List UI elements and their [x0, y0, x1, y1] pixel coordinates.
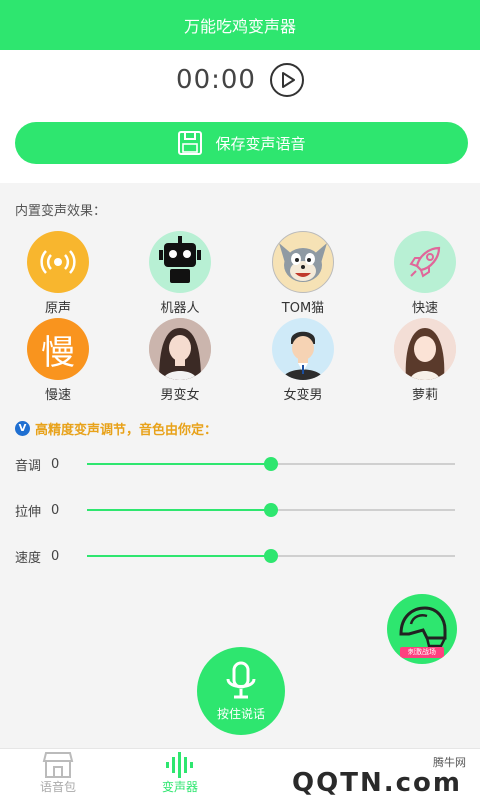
effect-label: 男变女: [160, 388, 200, 403]
effects-section-title: 内置变声效果：: [15, 204, 107, 219]
hold-to-talk-button[interactable]: 按住说话: [197, 647, 285, 735]
save-voice-button[interactable]: 保存变声语音: [15, 122, 468, 164]
shop-icon: [42, 752, 74, 778]
slider-label: 拉伸: [15, 504, 42, 520]
slider-label: 音调: [15, 458, 42, 474]
nav-voice-pack[interactable]: 语音包: [18, 749, 98, 800]
slider-fill: [87, 509, 271, 511]
play-button[interactable]: [269, 63, 304, 97]
effect-label: TOM猫: [281, 301, 325, 316]
slider-label: 速度: [15, 550, 42, 566]
save-disk-icon: [178, 131, 203, 155]
pitch-slider-row: 音调 0: [15, 454, 455, 474]
save-voice-label: 保存变声语音: [215, 134, 306, 153]
effect-label: 原声: [44, 301, 71, 316]
player-row: 00:00: [0, 50, 480, 110]
stretch-slider[interactable]: [87, 503, 455, 517]
effect-original[interactable]: 原声: [18, 231, 98, 316]
slider-fill: [87, 463, 271, 465]
slider-value: 0: [51, 548, 60, 564]
watermark-logo: QQTN.com: [292, 768, 462, 798]
slider-thumb[interactable]: [264, 503, 278, 517]
effect-tom-cat[interactable]: TOM猫: [263, 231, 343, 316]
effect-male-to-female[interactable]: 男变女: [140, 318, 220, 403]
tuning-title: 高精度变声调节，音色由你定：: [35, 423, 218, 438]
effect-label: 快速: [411, 301, 438, 316]
pitch-slider[interactable]: [87, 457, 455, 471]
verified-badge-icon: V: [15, 421, 30, 436]
effect-slow[interactable]: 慢 慢速: [18, 318, 98, 403]
slider-fill: [87, 555, 271, 557]
game-helmet-button[interactable]: 刺激战场: [387, 594, 457, 664]
girl-avatar-icon: [394, 318, 456, 380]
nav-label: 变声器: [161, 780, 198, 794]
play-icon: [281, 72, 295, 88]
slow-char-icon: 慢: [27, 318, 89, 380]
robot-icon: [149, 231, 211, 293]
soundwave-icon: [166, 752, 193, 778]
stretch-slider-row: 拉伸 0: [15, 500, 455, 520]
effect-loli[interactable]: 萝莉: [385, 318, 465, 403]
helmet-tag: 刺激战场: [400, 647, 444, 658]
nav-voice-changer[interactable]: 变声器: [140, 749, 220, 800]
tom-cat-icon: [272, 231, 334, 293]
watermark: 腾牛网 QQTN.com: [270, 748, 480, 800]
slider-value: 0: [51, 502, 60, 518]
speed-slider-row: 速度 0: [15, 546, 455, 566]
microphone-icon: [226, 661, 256, 699]
tuning-header: V 高精度变声调节，音色由你定：: [15, 419, 217, 438]
effect-fast[interactable]: 快速: [385, 231, 465, 316]
nav-label: 语音包: [39, 780, 76, 794]
effect-robot[interactable]: 机器人: [140, 231, 220, 316]
male-avatar-icon: [272, 318, 334, 380]
rocket-icon: [394, 231, 456, 293]
slider-thumb[interactable]: [264, 457, 278, 471]
broadcast-icon: [27, 231, 89, 293]
app-title: 万能吃鸡变声器: [183, 17, 296, 36]
timer-display: 00:00: [176, 65, 256, 95]
effect-label: 萝莉: [411, 388, 438, 403]
effect-female-to-male[interactable]: 女变男: [263, 318, 343, 403]
effect-label: 女变男: [283, 388, 323, 403]
title-bar: 万能吃鸡变声器: [0, 0, 480, 50]
slider-thumb[interactable]: [264, 549, 278, 563]
effect-label: 慢速: [44, 388, 71, 403]
female-avatar-icon: [149, 318, 211, 380]
slider-value: 0: [51, 456, 60, 472]
speed-slider[interactable]: [87, 549, 455, 563]
hold-to-talk-label: 按住说话: [216, 707, 265, 721]
effect-label: 机器人: [160, 301, 200, 316]
